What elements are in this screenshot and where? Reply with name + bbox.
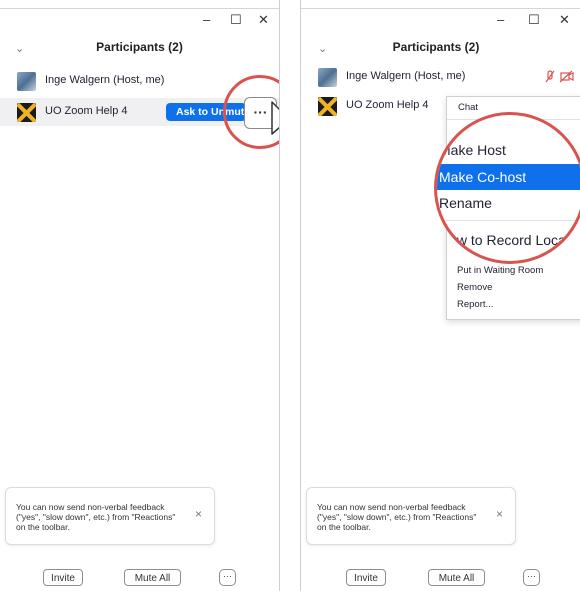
muted-status-icon: [545, 70, 574, 83]
participants-panel-left: – ☐ ✕ ⌄ Participants (2) Inge Walgern (H…: [0, 0, 280, 591]
panel-title: Participants (2): [96, 40, 183, 54]
menu-item-rename[interactable]: Rename: [437, 190, 580, 216]
menu-item-remove[interactable]: Remove: [457, 282, 492, 293]
participants-panel-right: – ☐ ✕ ⌄ Participants (2) Inge Walgern (H…: [300, 0, 580, 591]
reactions-toast: You can now send non-verbal feedback ("y…: [306, 487, 516, 545]
more-options-button[interactable]: ···: [523, 569, 540, 586]
avatar: [17, 103, 36, 122]
mute-all-button[interactable]: Mute All: [428, 569, 485, 586]
toast-text: You can now send non-verbal feedback ("y…: [16, 502, 176, 532]
minimize-icon[interactable]: –: [203, 12, 210, 27]
menu-item-chat[interactable]: Chat: [458, 102, 478, 113]
menu-divider: [437, 220, 580, 221]
close-icon[interactable]: ×: [496, 508, 503, 520]
menu-item-how-to-record-locally[interactable]: How to Record Locally: [437, 227, 580, 253]
panel-title: Participants (2): [392, 40, 480, 54]
minimize-icon[interactable]: –: [497, 12, 504, 27]
close-icon[interactable]: ✕: [258, 12, 269, 28]
participant-name: UO Zoom Help 4: [346, 99, 429, 111]
window-top-border: [301, 8, 580, 9]
close-icon[interactable]: ×: [195, 508, 202, 520]
participant-name: Inge Walgern (Host, me): [45, 74, 165, 86]
mute-all-button[interactable]: Mute All: [124, 569, 181, 586]
toast-text: You can now send non-verbal feedback ("y…: [317, 502, 477, 532]
participant-name: UO Zoom Help 4: [45, 105, 128, 117]
menu-item-report[interactable]: Report...: [457, 299, 493, 310]
zoom-magnifier: Make Host Make Co-host Rename How to Rec…: [434, 112, 580, 264]
reactions-toast: You can now send non-verbal feedback ("y…: [5, 487, 215, 545]
invite-button[interactable]: Invite: [43, 569, 83, 586]
menu-item-put-in-waiting-room[interactable]: Put in Waiting Room: [457, 265, 543, 276]
avatar: [318, 68, 337, 87]
close-icon[interactable]: ✕: [559, 12, 570, 28]
participant-row[interactable]: Inge Walgern (Host, me): [301, 63, 580, 91]
menu-item-make-co-host[interactable]: Make Co-host: [437, 164, 580, 190]
more-options-button[interactable]: ···: [219, 569, 236, 586]
avatar: [17, 72, 36, 91]
maximize-icon[interactable]: ☐: [230, 12, 242, 28]
participant-name: Inge Walgern (Host, me): [346, 70, 466, 82]
window-top-border: [0, 8, 279, 9]
invite-button[interactable]: Invite: [346, 569, 386, 586]
mouse-cursor-icon: [271, 101, 279, 135]
avatar: [318, 97, 337, 116]
maximize-icon[interactable]: ☐: [528, 12, 540, 28]
menu-item-make-host[interactable]: Make Host: [437, 137, 580, 163]
